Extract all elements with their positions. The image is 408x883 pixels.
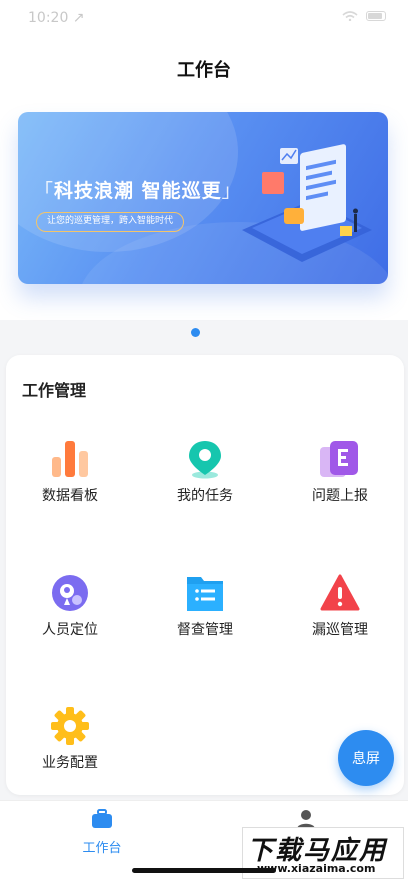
home-indicator — [132, 868, 276, 873]
report-icon — [320, 439, 360, 479]
grid-item-label: 数据看板 — [42, 488, 98, 504]
grid-item-label: 我的任务 — [177, 488, 233, 504]
grid-item-label: 业务配置 — [42, 755, 98, 771]
briefcase-icon — [92, 809, 112, 828]
grid-item-data-dashboard[interactable]: 数据看板 — [10, 439, 130, 509]
banner-subtitle: 让您的巡更管理，跨入智能时代 — [36, 212, 185, 232]
folder-list-icon — [185, 573, 225, 613]
banner[interactable]: 「科技浪潮 智能巡更」 让您的巡更管理，跨入智能时代 — [18, 112, 388, 284]
grid-item-supervision[interactable]: 督查管理 — [145, 573, 265, 643]
grid-item-label: 督查管理 — [177, 622, 233, 638]
banner-title-text: 科技浪潮 智能巡更 — [54, 180, 222, 202]
header: 工作台 「科技浪潮 智能巡更」 让您的巡更管理，跨入智能时代 — [0, 40, 408, 320]
banner-title: 「科技浪潮 智能巡更」 — [34, 176, 242, 203]
warning-icon — [320, 573, 360, 613]
grid-item-label: 问题上报 — [312, 488, 368, 504]
grid-item-personnel-location[interactable]: 人员定位 — [10, 573, 130, 643]
grid-item-my-tasks[interactable]: 我的任务 — [145, 439, 265, 509]
section-title: 工作管理 — [22, 381, 87, 400]
grid-item-label: 人员定位 — [42, 622, 98, 638]
person-location-icon — [50, 573, 90, 613]
grid-item-label: 漏巡管理 — [312, 622, 368, 638]
status-time: 10:20 ↗ — [28, 10, 85, 26]
bracket-left: 「 — [34, 180, 55, 202]
wifi-icon — [342, 11, 358, 21]
grid-item-missed-patrol[interactable]: 漏巡管理 — [280, 573, 400, 643]
location-pin-icon — [185, 439, 225, 479]
bar-chart-icon — [50, 439, 90, 479]
screen-off-button[interactable]: 息屏 — [338, 730, 394, 786]
tab-workbench[interactable]: 工作台 — [52, 809, 152, 856]
isometric-illustration-icon — [242, 144, 372, 262]
page-title: 工作台 — [177, 60, 231, 81]
status-bar: 10:20 ↗ — [0, 0, 408, 40]
tab-label: 工作台 — [82, 841, 122, 856]
gear-icon — [50, 706, 90, 746]
grid-item-business-config[interactable]: 业务配置 — [10, 706, 130, 776]
user-icon — [297, 810, 315, 829]
work-management-card: 工作管理 数据看板 我的任务 问题上报 人员定位 督查管理 漏巡管理 业务配置 — [6, 355, 404, 795]
battery-icon — [366, 11, 386, 21]
grid-item-report-issue[interactable]: 问题上报 — [280, 439, 400, 509]
status-icons — [342, 11, 386, 21]
carousel-indicator[interactable] — [191, 328, 200, 337]
